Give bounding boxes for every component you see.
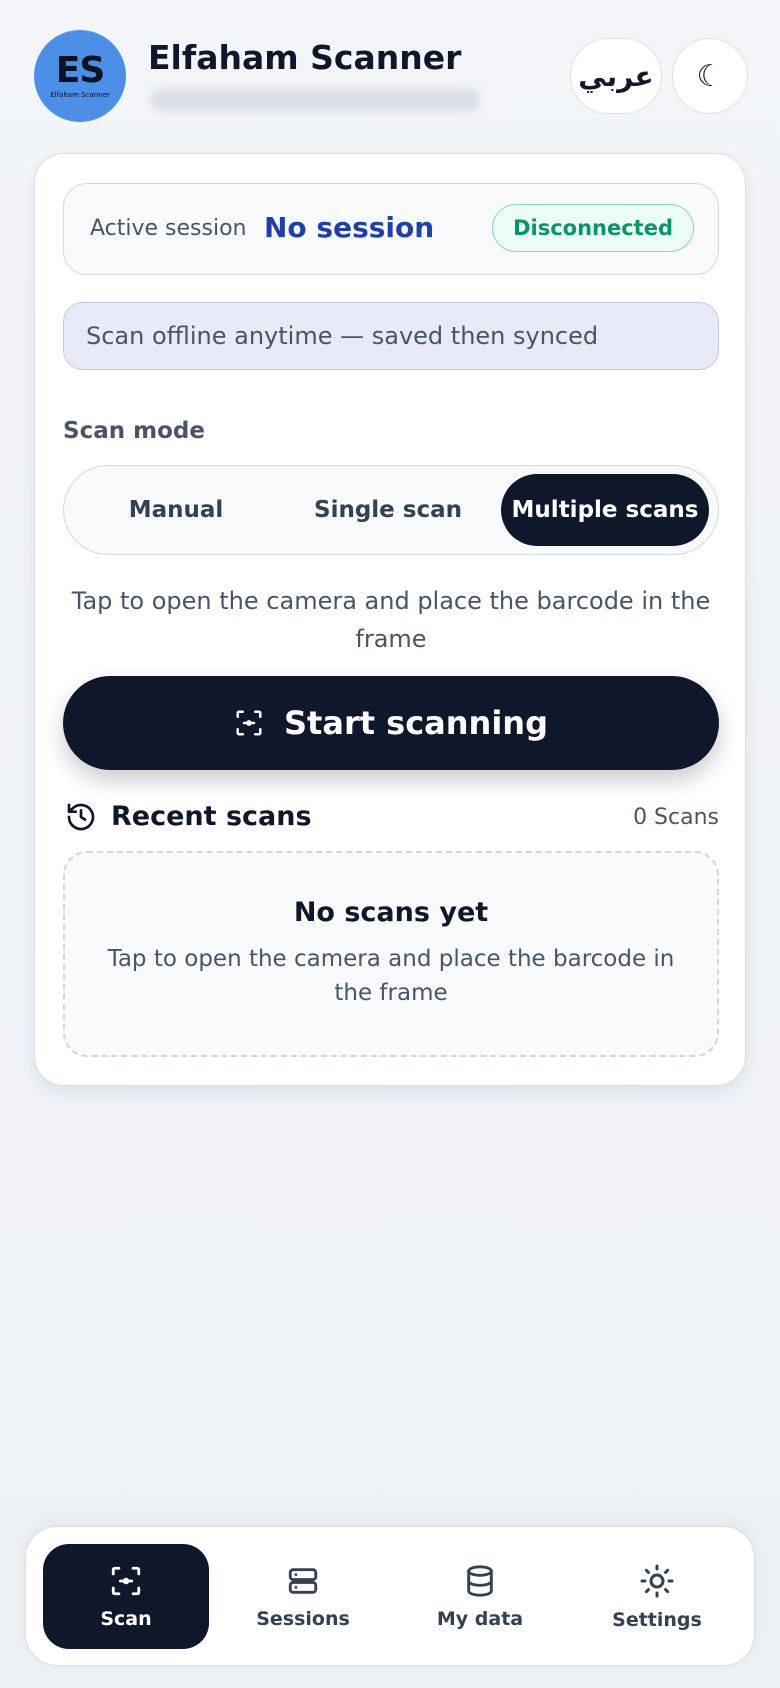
scan-icon: [111, 1566, 141, 1595]
empty-state-text: Tap to open the camera and place the bar…: [107, 946, 675, 1006]
recent-scans-header: Recent scans 0 Scans: [63, 799, 719, 843]
scan-icon: [236, 710, 262, 736]
bottom-nav: Scan Sessions My data Settings: [25, 1526, 755, 1666]
app-header: ES Elfaham Scanner Elfaham Scanner عربي …: [34, 28, 748, 124]
app-logo: ES Elfaham Scanner: [34, 30, 126, 122]
recent-scans-title: Recent scans: [111, 801, 312, 832]
sessions-icon: [288, 1567, 318, 1594]
logo-subtitle: Elfaham Scanner: [50, 91, 110, 99]
language-toggle-button[interactable]: عربي: [570, 38, 662, 114]
nav-my-data-label: My data: [436, 1607, 524, 1630]
mode-manual[interactable]: Manual: [72, 474, 280, 546]
empty-state-title: No scans yet: [293, 897, 489, 928]
history-icon: [67, 803, 95, 831]
scan-mode-switch: Manual Single scan Multiple scans: [63, 465, 719, 555]
app-title: Elfaham Scanner: [148, 38, 462, 77]
start-scanning-label: Start scanning: [284, 704, 548, 742]
nav-sessions[interactable]: Sessions: [220, 1544, 386, 1649]
nav-settings[interactable]: Settings: [574, 1544, 740, 1649]
recent-scans-count: 0 Scans: [633, 805, 719, 830]
scan-hint: Tap to open the camera and place the bar…: [71, 587, 711, 653]
session-value: No session: [264, 211, 435, 244]
gear-icon: [640, 1564, 674, 1597]
logo-letters: ES: [55, 50, 106, 91]
session-panel: Active session No session Disconnected: [63, 183, 719, 275]
nav-scan-label: Scan: [100, 1607, 152, 1630]
empty-state: No scans yet Tap to open the camera and …: [63, 851, 719, 1057]
mode-multiple-scans[interactable]: Multiple scans: [501, 474, 709, 546]
offline-notice: Scan offline anytime — saved then synced: [63, 302, 719, 370]
nav-scan[interactable]: Scan: [43, 1544, 209, 1649]
start-scanning-button[interactable]: Start scanning: [63, 676, 719, 770]
scan-card: Active session No session Disconnected S…: [34, 153, 746, 1086]
session-label: Active session: [90, 216, 247, 241]
scan-mode-label: Scan mode: [63, 418, 205, 444]
nav-settings-label: Settings: [612, 1608, 702, 1631]
status-badge: Disconnected: [492, 204, 694, 252]
nav-my-data[interactable]: My data: [397, 1544, 563, 1649]
blurred-subtitle: [150, 88, 480, 112]
mode-single-scan[interactable]: Single scan: [284, 474, 492, 546]
database-icon: [467, 1564, 493, 1597]
theme-toggle-button[interactable]: ☾: [672, 38, 748, 114]
nav-sessions-label: Sessions: [256, 1607, 350, 1630]
moon-icon: ☾: [696, 58, 724, 94]
